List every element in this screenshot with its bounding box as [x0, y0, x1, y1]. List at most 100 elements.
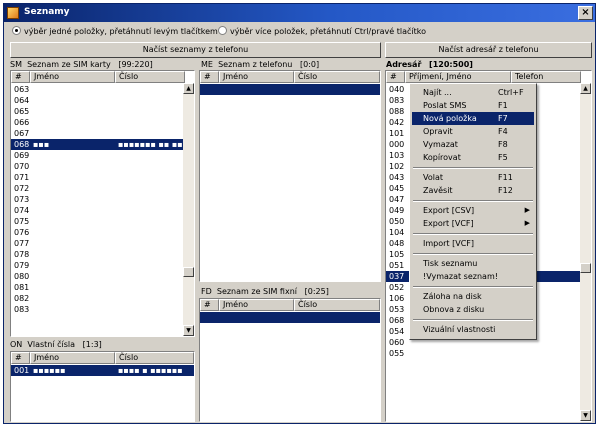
row-index: 078: [14, 250, 30, 259]
table-row[interactable]: 074: [11, 205, 183, 216]
menu-separator: [413, 286, 533, 288]
table-row[interactable]: 067: [11, 128, 183, 139]
scroll-down-icon[interactable]: ▼: [183, 325, 194, 336]
on-title: Vlastní čísla: [27, 340, 76, 349]
menu-item-send-sms[interactable]: Poslat SMS F1: [412, 99, 534, 112]
table-row-selected[interactable]: 001 ▪▪▪▪▪▪ ▪▪▪▪ ▪ ▪▪▪▪▪▪: [11, 365, 194, 376]
me-col-index[interactable]: #: [200, 71, 219, 83]
me-selection-bar[interactable]: [200, 84, 380, 95]
table-row[interactable]: 075: [11, 216, 183, 227]
menu-item-label: Opravit: [423, 127, 453, 136]
table-row[interactable]: 082: [11, 293, 183, 304]
me-title: Seznam z telefonu: [218, 60, 293, 69]
row-index: 000: [389, 140, 405, 149]
table-row[interactable]: 071: [11, 172, 183, 183]
adr-col-name[interactable]: Příjmení, Jméno: [405, 71, 511, 83]
menu-item-find[interactable]: Najít ... Ctrl+F: [412, 86, 534, 99]
fd-list[interactable]: # Jméno Číslo: [199, 298, 381, 422]
menu-item-label: Kopírovat: [423, 153, 461, 162]
menu-item-clear-list[interactable]: !Vymazat seznam!: [412, 270, 534, 283]
table-row[interactable]: 080: [11, 271, 183, 282]
on-col-name[interactable]: Jméno: [30, 352, 115, 364]
scroll-down-icon[interactable]: ▼: [580, 410, 591, 421]
fd-col-name[interactable]: Jméno: [219, 299, 294, 311]
scroll-thumb[interactable]: [183, 267, 194, 277]
load-lists-button[interactable]: Načíst seznamy z telefonu: [10, 42, 381, 58]
load-addressbook-button[interactable]: Načíst adresář z telefonu: [385, 42, 592, 58]
menu-item-export-csv[interactable]: Export [CSV] ▶: [412, 204, 534, 217]
menu-item-backup[interactable]: Záloha na disk: [412, 290, 534, 303]
menu-item-copy[interactable]: Kopírovat F5: [412, 151, 534, 164]
table-row[interactable]: 065: [11, 106, 183, 117]
sm-col-index[interactable]: #: [11, 71, 30, 83]
on-col-number[interactable]: Číslo: [115, 352, 194, 364]
menu-item-label: Vizuální vlastnosti: [423, 325, 496, 334]
fd-panel-label: FD Seznam ze SIM fixní [0:25]: [201, 287, 329, 296]
row-index: 068: [14, 140, 30, 149]
table-row[interactable]: 064: [11, 95, 183, 106]
fd-col-number[interactable]: Číslo: [294, 299, 380, 311]
scroll-up-icon[interactable]: ▲: [183, 83, 194, 94]
menu-item-edit[interactable]: Opravit F4: [412, 125, 534, 138]
me-count: [0:0]: [300, 60, 320, 69]
radio-multi-select[interactable]: výběr více položek, přetáhnutí Ctrl/prav…: [218, 26, 426, 36]
table-row[interactable]: 079: [11, 260, 183, 271]
table-row[interactable]: 066: [11, 117, 183, 128]
adr-col-index[interactable]: #: [386, 71, 405, 83]
table-row[interactable]: 073: [11, 194, 183, 205]
menu-item-restore[interactable]: Obnova z disku: [412, 303, 534, 316]
adr-scrollbar[interactable]: ▲ ▼: [580, 83, 591, 421]
table-row[interactable]: 063: [11, 84, 183, 95]
row-index: 077: [14, 239, 30, 248]
menu-item-export-vcf[interactable]: Export [VCF] ▶: [412, 217, 534, 230]
adr-panel-label: Adresář [120:500]: [386, 60, 473, 69]
scroll-thumb[interactable]: [580, 263, 591, 273]
me-code: ME: [201, 60, 213, 69]
scroll-up-icon[interactable]: ▲: [580, 83, 591, 94]
menu-item-visual-properties[interactable]: Vizuální vlastnosti: [412, 323, 534, 336]
sm-col-number[interactable]: Číslo: [115, 71, 185, 83]
row-index: 063: [14, 85, 30, 94]
submenu-arrow-icon: ▶: [524, 206, 530, 214]
table-row[interactable]: 077: [11, 238, 183, 249]
menu-item-import-vcf[interactable]: Import [VCF]: [412, 237, 534, 250]
fd-col-index[interactable]: #: [200, 299, 219, 311]
radio-single-select[interactable]: výběr jedné položky, přetáhnutí levým tl…: [12, 26, 218, 36]
sm-col-name[interactable]: Jméno: [30, 71, 115, 83]
sm-scrollbar[interactable]: ▲ ▼: [183, 83, 194, 336]
sm-panel-label: SM Seznam ze SIM karty [99:220]: [10, 60, 153, 69]
menu-item-new-entry[interactable]: Nová položka F7: [412, 112, 534, 125]
close-button[interactable]: ×: [578, 6, 593, 20]
context-menu: Najít ... Ctrl+F Poslat SMS F1 Nová položk…: [409, 83, 537, 340]
menu-item-label: Záloha na disk: [423, 292, 482, 301]
sm-list[interactable]: # Jméno Číslo 063 064 065 066 067 068 ▪▪…: [10, 70, 195, 337]
menu-item-delete[interactable]: Vymazat F8: [412, 138, 534, 151]
fd-selection-bar[interactable]: [200, 312, 380, 323]
menu-item-label: Nová položka: [423, 114, 477, 123]
table-row-selected[interactable]: 068 ▪▪▪ ▪▪▪▪▪▪▪ ▪▪ ▪▪: [11, 139, 183, 150]
me-list[interactable]: # Jméno Číslo: [199, 70, 381, 282]
me-col-number[interactable]: Číslo: [294, 71, 380, 83]
table-row[interactable]: 078: [11, 249, 183, 260]
row-index: 069: [14, 151, 30, 160]
adr-count: [120:500]: [429, 60, 473, 69]
table-row[interactable]: 069: [11, 150, 183, 161]
table-row[interactable]: 076: [11, 227, 183, 238]
on-col-index[interactable]: #: [11, 352, 30, 364]
on-list[interactable]: # Jméno Číslo 001 ▪▪▪▪▪▪ ▪▪▪▪ ▪ ▪▪▪▪▪▪: [10, 351, 195, 422]
table-row[interactable]: 081: [11, 282, 183, 293]
table-row[interactable]: 072: [11, 183, 183, 194]
adr-col-phone[interactable]: Telefon: [511, 71, 581, 83]
table-row[interactable]: 070: [11, 161, 183, 172]
me-col-name[interactable]: Jméno: [219, 71, 294, 83]
row-index: 048: [389, 239, 405, 248]
title-bar[interactable]: Seznamy ×: [4, 4, 595, 22]
menu-item-hang-up[interactable]: Zavěsit F12: [412, 184, 534, 197]
menu-item-call[interactable]: Volat F11: [412, 171, 534, 184]
row-index: 083: [14, 305, 30, 314]
row-index: 047: [389, 195, 405, 204]
radio-dot-icon: [12, 26, 21, 35]
menu-item-print-list[interactable]: Tisk seznamu: [412, 257, 534, 270]
table-row[interactable]: 055: [386, 348, 580, 359]
table-row[interactable]: 083: [11, 304, 183, 315]
